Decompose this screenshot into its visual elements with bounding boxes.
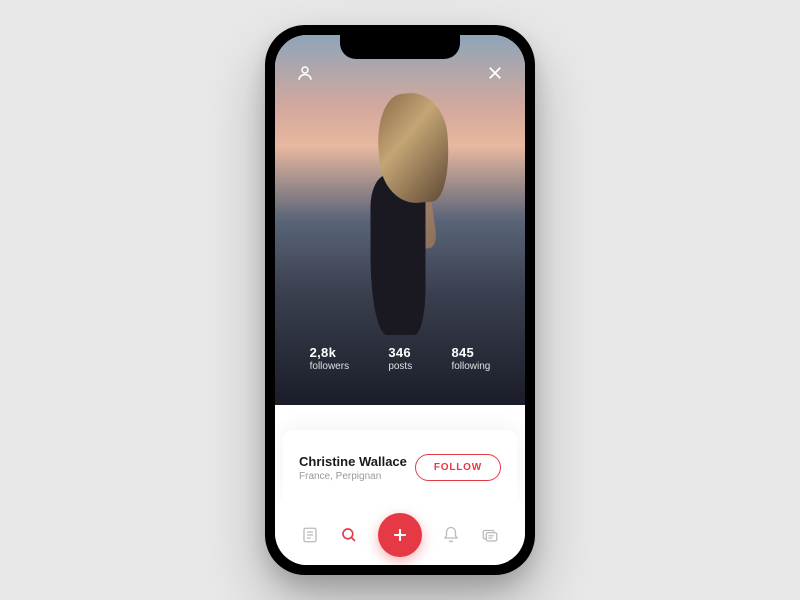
stat-posts[interactable]: 346 posts [388,345,412,372]
nav-feed-icon[interactable] [300,525,320,545]
stat-following[interactable]: 845 following [451,345,490,372]
stats-row: 2,8k followers 346 posts 845 following [275,345,525,372]
following-value: 845 [451,345,490,360]
nav-search-icon[interactable] [339,525,359,545]
follow-button[interactable]: FOLLOW [415,454,501,481]
close-icon[interactable] [485,63,505,83]
following-label: following [451,361,490,372]
top-bar [275,63,525,83]
stat-followers[interactable]: 2,8k followers [310,345,349,372]
screen: 2,8k followers 346 posts 845 following C… [275,35,525,565]
posts-value: 346 [388,345,412,360]
nav-notifications-icon[interactable] [441,525,461,545]
info-card: Christine Wallace France, Perpignan FOLL… [283,430,517,505]
posts-label: posts [388,361,412,372]
phone-frame: 2,8k followers 346 posts 845 following C… [265,25,535,575]
person-silhouette [351,85,461,345]
followers-value: 2,8k [310,345,349,360]
profile-icon[interactable] [295,63,315,83]
user-location: France, Perpignan [299,471,407,482]
nav-bar [275,505,525,565]
followers-label: followers [310,361,349,372]
nav-messages-icon[interactable] [480,525,500,545]
user-name: Christine Wallace [299,454,407,469]
nav-add-button[interactable] [378,513,422,557]
user-info: Christine Wallace France, Perpignan [299,454,407,482]
